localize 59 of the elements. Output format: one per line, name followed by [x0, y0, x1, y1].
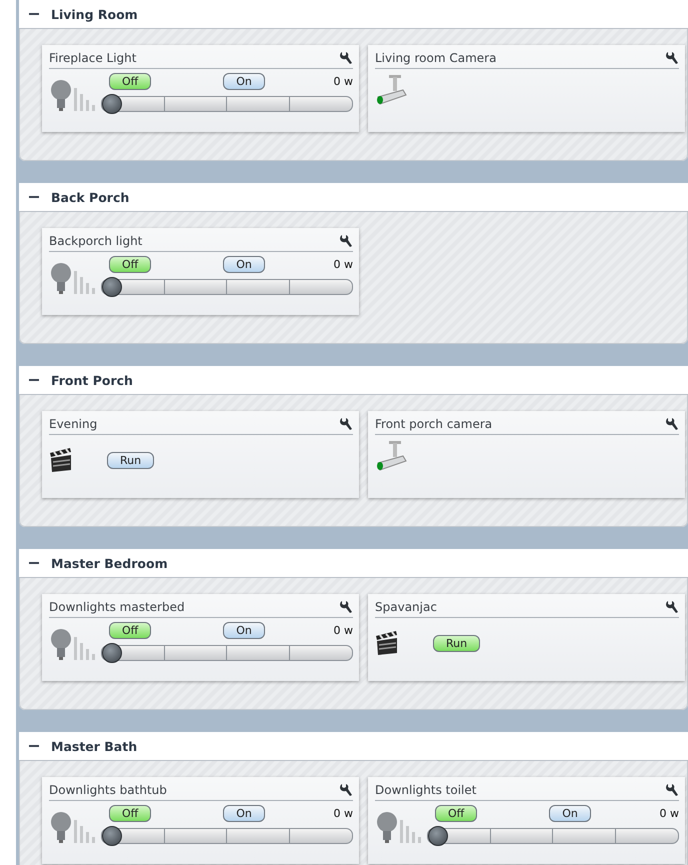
on-button[interactable]: On: [549, 805, 591, 822]
on-button[interactable]: On: [223, 622, 265, 639]
device-name: Living room Camera: [375, 51, 496, 65]
wrench-icon[interactable]: [665, 600, 679, 614]
security-camera-icon: [375, 439, 409, 473]
run-button[interactable]: Run: [433, 634, 480, 652]
device-name: Spavanjac: [375, 600, 437, 614]
clapperboard-icon: [49, 447, 73, 473]
slider-thumb[interactable]: [102, 643, 122, 663]
wrench-icon[interactable]: [339, 234, 353, 248]
on-button[interactable]: On: [223, 805, 265, 822]
light-bulb-icon: [49, 261, 95, 295]
wrench-icon[interactable]: [665, 51, 679, 65]
slider-thumb[interactable]: [428, 826, 448, 846]
wrench-icon[interactable]: [665, 783, 679, 797]
off-button[interactable]: Off: [435, 805, 478, 822]
dimmer-slider[interactable]: [101, 279, 353, 295]
security-camera-icon: [375, 73, 409, 107]
on-button[interactable]: On: [223, 73, 265, 90]
wrench-icon[interactable]: [339, 600, 353, 614]
device-name: Evening: [49, 417, 98, 431]
light-bulb-icon: [375, 810, 421, 844]
light-bulb-icon: [49, 810, 95, 844]
room-title: Master Bedroom: [51, 556, 168, 570]
device-name: Downlights bathtub: [49, 783, 167, 797]
light-bulb-icon: [49, 627, 95, 661]
slider-thumb[interactable]: [102, 94, 122, 114]
off-button[interactable]: Off: [109, 622, 152, 639]
room-title: Back Porch: [51, 190, 130, 204]
room-title: Living Room: [51, 6, 138, 22]
power-reading: 0 w: [334, 258, 353, 271]
run-button[interactable]: Run: [107, 452, 154, 468]
device-name: Front porch camera: [375, 417, 492, 431]
device-name: Downlights masterbed: [49, 600, 185, 614]
power-reading: 0 w: [334, 807, 353, 820]
clapperboard-icon: [375, 630, 399, 656]
on-button[interactable]: On: [223, 256, 265, 273]
off-button[interactable]: Off: [109, 805, 152, 822]
slider-thumb[interactable]: [102, 277, 122, 297]
dimmer-slider[interactable]: [101, 645, 353, 661]
off-button[interactable]: Off: [109, 73, 152, 90]
power-reading: 0 w: [660, 807, 679, 820]
wrench-icon[interactable]: [665, 417, 679, 431]
off-button[interactable]: Off: [109, 256, 152, 273]
device-name: Fireplace Light: [49, 51, 136, 65]
power-reading: 0 w: [334, 75, 353, 88]
wrench-icon[interactable]: [339, 417, 353, 431]
room-title: Master Bath: [51, 738, 138, 754]
dimmer-slider[interactable]: [427, 828, 679, 844]
light-bulb-icon: [49, 78, 95, 112]
device-name: Backporch light: [49, 234, 142, 248]
dimmer-slider[interactable]: [101, 828, 353, 844]
device-name: Downlights toilet: [375, 783, 476, 797]
wrench-icon[interactable]: [339, 51, 353, 65]
power-reading: 0 w: [334, 624, 353, 637]
room-title: Front Porch: [51, 372, 133, 388]
dimmer-slider[interactable]: [101, 96, 353, 112]
wrench-icon[interactable]: [339, 783, 353, 797]
slider-thumb[interactable]: [102, 826, 122, 846]
